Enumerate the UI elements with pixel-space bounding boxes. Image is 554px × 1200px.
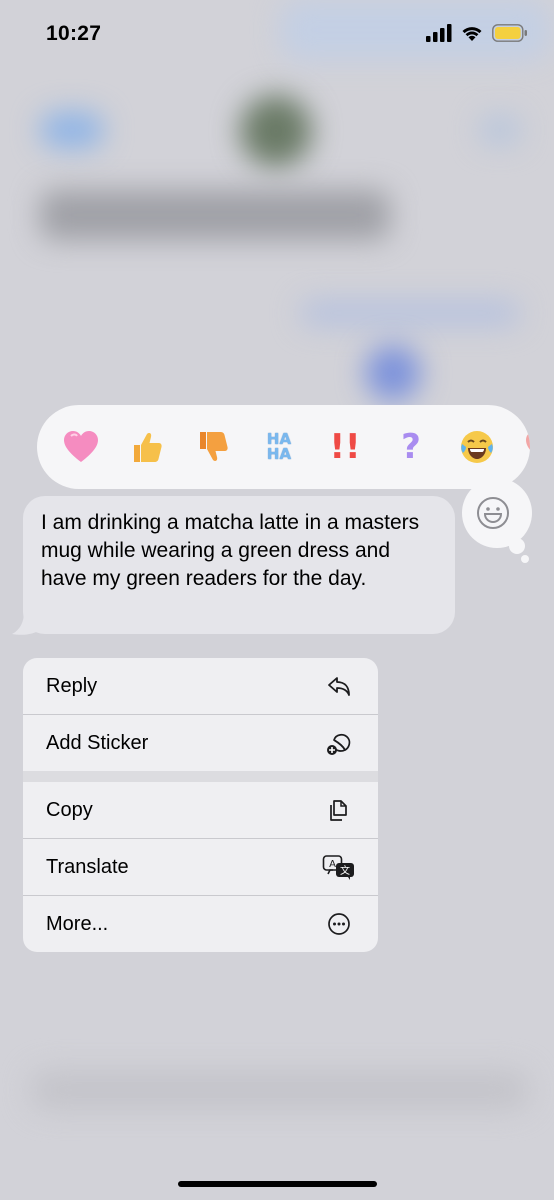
- reaction-tail-small: [509, 538, 525, 554]
- partial-heart-reaction[interactable]: [521, 425, 530, 469]
- thumbs-down-icon: [200, 432, 228, 461]
- question-mark-icon: ?: [401, 427, 421, 467]
- svg-text:文: 文: [340, 864, 350, 877]
- add-emoji-reaction-icon[interactable]: [476, 496, 510, 530]
- question-reaction[interactable]: ?: [389, 425, 433, 469]
- menu-item-translate[interactable]: Translate A 文: [23, 839, 378, 895]
- copy-icon: [330, 800, 347, 821]
- double-exclamation-icon: !!: [329, 427, 361, 467]
- reaction-tail-dot: [521, 555, 529, 563]
- battery-icon: [492, 24, 527, 42]
- more-icon: [328, 913, 350, 935]
- svg-text:A: A: [329, 859, 336, 870]
- status-bar: 10:27: [0, 0, 554, 70]
- menu-item-reply[interactable]: Reply: [23, 658, 378, 714]
- menu-item-add-sticker[interactable]: Add Sticker: [23, 715, 378, 771]
- menu-item-label: Add Sticker: [46, 731, 149, 754]
- thumbs-up-reaction[interactable]: [125, 425, 169, 469]
- reply-icon: [328, 677, 350, 696]
- menu-section-gap: [23, 771, 378, 782]
- menu-item-label: More...: [46, 912, 109, 935]
- menu-item-more[interactable]: More...: [23, 896, 378, 952]
- reaction-bar: HA HA !! ?: [37, 405, 530, 489]
- exclamation-reaction[interactable]: !!: [323, 425, 367, 469]
- translate-icon: A 文: [322, 855, 354, 880]
- status-icons: [426, 24, 528, 42]
- menu-item-label: Reply: [46, 674, 98, 697]
- reaction-track: HA HA !! ?: [59, 425, 530, 469]
- status-time: 10:27: [46, 22, 102, 45]
- thumbs-down-reaction[interactable]: [191, 425, 235, 469]
- laughing-reaction[interactable]: [455, 425, 499, 469]
- add-sticker-icon: [327, 734, 351, 755]
- heart-icon: [64, 431, 98, 462]
- signal-icon: [426, 24, 452, 42]
- haha-reaction[interactable]: HA HA: [257, 425, 301, 469]
- laughing-face-icon: [461, 431, 493, 463]
- context-menu: Reply Add Sticker Copy Translate A 文 Mor…: [23, 658, 378, 952]
- menu-item-label: Translate: [46, 855, 129, 878]
- battery-fill: [495, 27, 521, 39]
- red-heart-icon: [526, 432, 530, 450]
- menu-item-label: Copy: [46, 798, 93, 821]
- message-text: I am drinking a matcha latte in a master…: [41, 511, 420, 590]
- thumbs-up-icon: [134, 433, 162, 462]
- home-indicator[interactable]: [178, 1181, 377, 1187]
- wifi-icon: [462, 27, 482, 41]
- menu-item-copy[interactable]: Copy: [23, 782, 378, 838]
- heart-reaction[interactable]: [59, 425, 103, 469]
- haha-line-2: HA: [266, 445, 292, 463]
